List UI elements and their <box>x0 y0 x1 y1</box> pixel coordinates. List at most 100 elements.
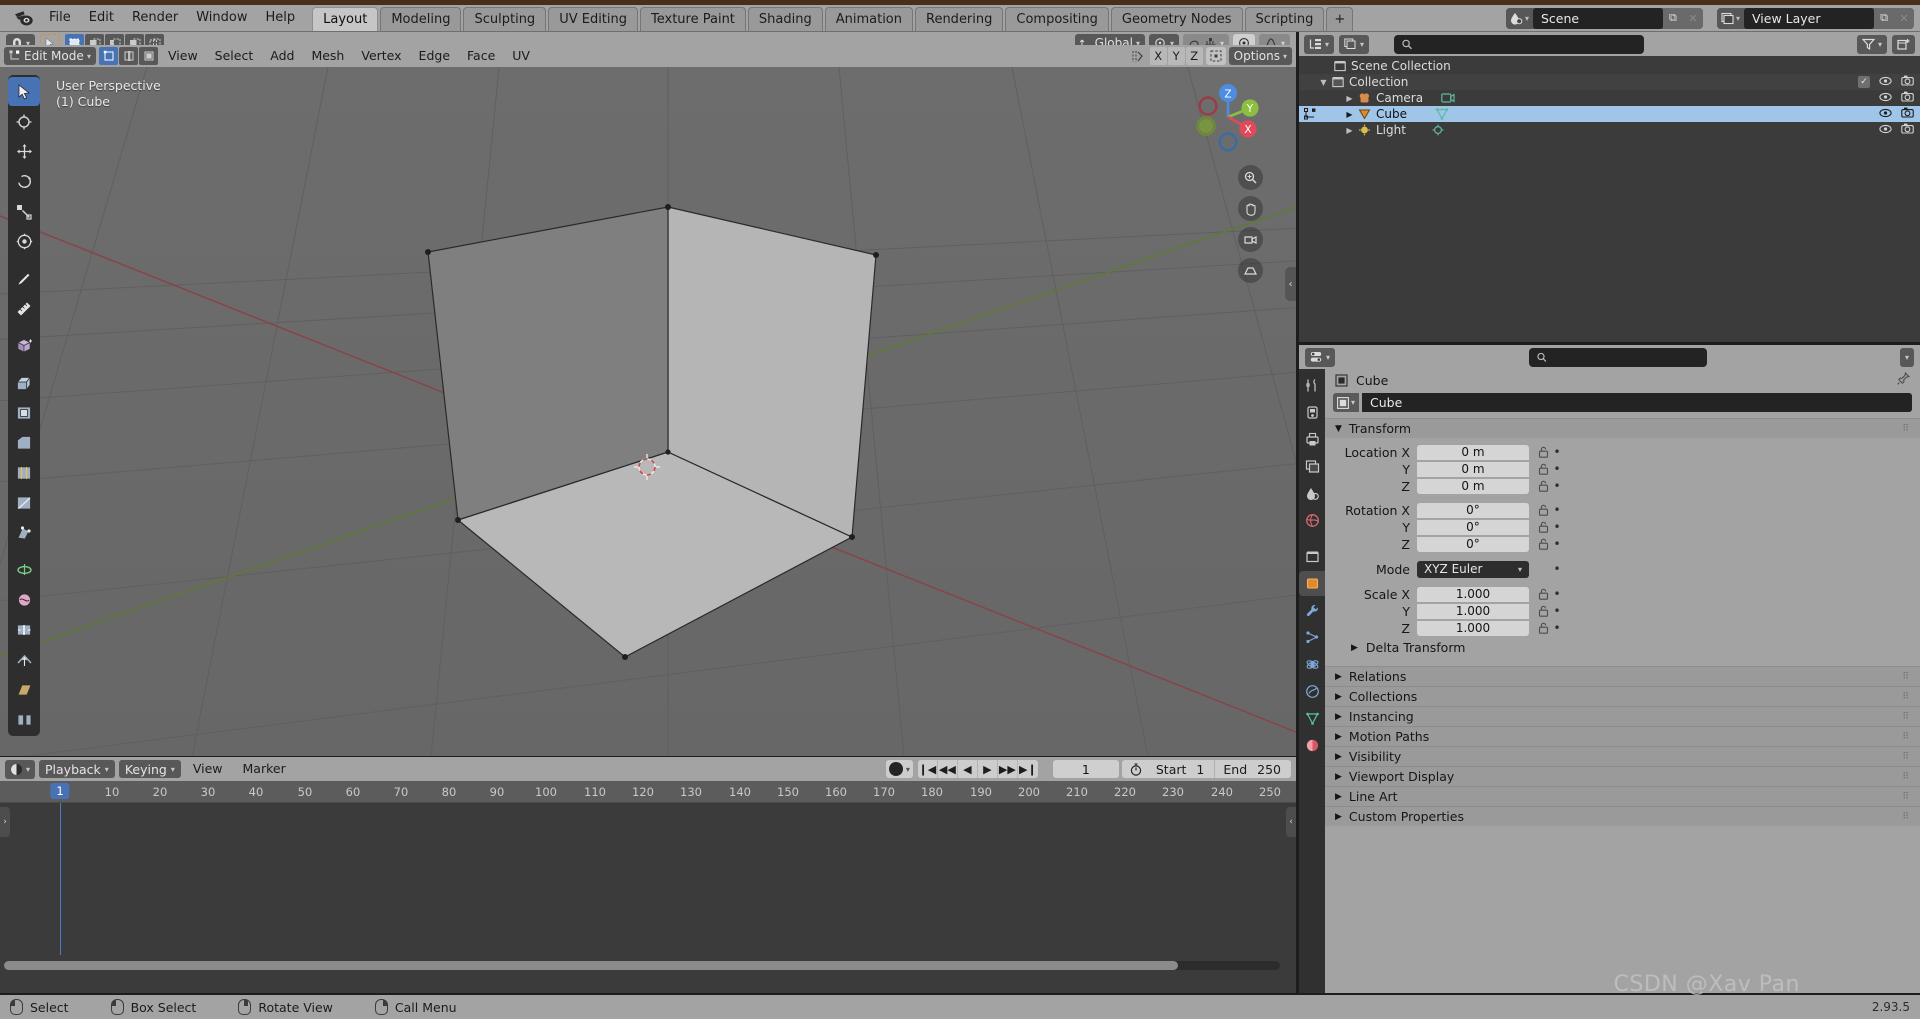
animate-property-dot[interactable]: • <box>1551 520 1563 534</box>
workspace-tab-layout[interactable]: Layout <box>312 7 379 31</box>
outliner-search[interactable] <box>1394 34 1645 54</box>
scale-x-input[interactable]: 1.000 <box>1417 586 1529 602</box>
menu-edit[interactable]: Edit <box>80 5 123 31</box>
properties-search-input[interactable] <box>1552 350 1699 364</box>
edge-slide-tool-button[interactable] <box>8 615 40 644</box>
camera-render-icon[interactable] <box>1901 75 1914 89</box>
playhead-label[interactable]: 1 <box>50 783 70 799</box>
jump-to-start-button[interactable]: ❙◀ <box>918 760 938 778</box>
jump-next-keyframe-button[interactable]: ▶▶ <box>998 760 1018 778</box>
edge-select-icon[interactable] <box>119 47 138 65</box>
loop-cut-tool-button[interactable] <box>8 458 40 487</box>
timeline-ruler[interactable]: 1 10 20 30 40 50 60 70 80 90 100 110 120… <box>0 781 1296 803</box>
toggle-perspective-icon[interactable] <box>1238 258 1263 283</box>
rotation-z-input[interactable]: 0° <box>1417 536 1529 552</box>
lock-icon[interactable] <box>1535 446 1551 458</box>
inset-faces-tool-button[interactable] <box>8 398 40 427</box>
workspace-tab-compositing[interactable]: Compositing <box>1005 7 1109 31</box>
disclosure-icon[interactable]: ▶ <box>1345 110 1354 119</box>
id-type-filter-icon[interactable]: ▾ <box>1339 34 1370 54</box>
cursor-tool-button[interactable] <box>8 107 40 136</box>
new-collection-icon[interactable] <box>1892 34 1915 54</box>
camera-data-icon[interactable] <box>1441 92 1455 104</box>
relations-panel-header[interactable]: ▶ Relations ⠿ <box>1325 666 1920 686</box>
lock-icon[interactable] <box>1535 480 1551 492</box>
add-cube-tool-button[interactable] <box>8 331 40 360</box>
eye-icon[interactable] <box>1879 75 1892 89</box>
workspace-tab-animation[interactable]: Animation <box>824 7 913 31</box>
zoom-icon[interactable] <box>1238 165 1263 190</box>
timeline-menu-marker[interactable]: Marker <box>235 760 294 778</box>
pin-icon[interactable] <box>1897 371 1911 388</box>
options-dropdown[interactable]: Options ▾ <box>1228 47 1292 65</box>
rotate-tool-button[interactable] <box>8 167 40 196</box>
viewport-display-panel-header[interactable]: ▶ Viewport Display ⠿ <box>1325 766 1920 786</box>
outliner-row-collection[interactable]: ▼ Collection ✓ <box>1299 74 1920 90</box>
playback-dropdown[interactable]: Playback ▾ <box>39 760 115 778</box>
scene-new-button[interactable]: ⧉ <box>1662 7 1683 29</box>
animate-property-dot[interactable]: • <box>1551 503 1563 517</box>
render-properties-tab[interactable] <box>1299 400 1325 425</box>
animate-property-dot[interactable]: • <box>1551 604 1563 618</box>
mirror-axis-x[interactable]: X <box>1149 47 1167 65</box>
funnel-filter-icon[interactable]: ▾ <box>1856 34 1887 54</box>
viewport-menu-uv[interactable]: UV <box>505 47 537 65</box>
eye-icon[interactable] <box>1879 107 1892 121</box>
view-layer-name-field[interactable]: View Layer <box>1744 7 1874 29</box>
rotation-x-input[interactable]: 0° <box>1417 502 1529 518</box>
tool-properties-tab[interactable] <box>1299 373 1325 398</box>
outliner-row-camera[interactable]: ▶ Camera <box>1299 90 1920 106</box>
modifier-properties-tab[interactable] <box>1299 598 1325 623</box>
motion-paths-panel-header[interactable]: ▶ Motion Paths ⠿ <box>1325 726 1920 746</box>
lock-icon[interactable] <box>1535 622 1551 634</box>
shrink-fatten-tool-button[interactable] <box>8 645 40 674</box>
object-name-field[interactable]: Cube <box>1362 393 1912 412</box>
outliner-display-mode-icon[interactable]: ▾ <box>1304 34 1335 54</box>
end-value[interactable]: 250 <box>1253 762 1291 777</box>
move-tool-button[interactable] <box>8 137 40 166</box>
view-layer-icon[interactable]: ▾ <box>1716 7 1744 29</box>
rotation-y-input[interactable]: 0° <box>1417 519 1529 535</box>
3d-viewport[interactable]: User Perspective (1) Cube Z Y X ‹ <box>0 67 1296 756</box>
animate-property-dot[interactable]: • <box>1551 462 1563 476</box>
add-workspace-button[interactable]: + <box>1326 7 1354 31</box>
workspace-tab-uv-editing[interactable]: UV Editing <box>548 7 639 31</box>
play-reverse-button[interactable]: ◀ <box>958 760 978 778</box>
disclosure-icon[interactable]: ▶ <box>1345 94 1354 103</box>
viewport-menu-add[interactable]: Add <box>263 47 301 65</box>
object-properties-tab[interactable] <box>1299 571 1325 596</box>
timeline-body[interactable]: › ‹ <box>0 803 1296 973</box>
vertex-select-icon[interactable] <box>99 47 118 65</box>
outliner-row-scene-collection[interactable]: Scene Collection <box>1299 58 1920 74</box>
world-properties-tab[interactable] <box>1299 508 1325 533</box>
viewport-menu-face[interactable]: Face <box>460 47 502 65</box>
timeline-left-toggle[interactable]: › <box>0 807 10 837</box>
rotation-mode-dropdown[interactable]: XYZ Euler ▾ <box>1417 560 1529 578</box>
physics-properties-tab[interactable] <box>1299 652 1325 677</box>
viewport-menu-edge[interactable]: Edge <box>412 47 457 65</box>
animate-property-dot[interactable]: • <box>1551 562 1563 576</box>
data-properties-tab[interactable] <box>1299 706 1325 731</box>
scene-name-field[interactable]: Scene <box>1532 7 1663 29</box>
mesh-data-icon[interactable] <box>1435 108 1449 120</box>
properties-search[interactable] <box>1528 347 1707 367</box>
face-select-icon[interactable] <box>139 47 158 65</box>
light-data-icon[interactable] <box>1431 124 1445 136</box>
properties-editor-icon[interactable]: ▾ <box>1305 347 1336 367</box>
mode-selector[interactable]: Edit Mode ▾ <box>4 47 96 65</box>
menu-render[interactable]: Render <box>123 5 187 31</box>
menu-window[interactable]: Window <box>187 5 256 31</box>
tweak-tool-button[interactable] <box>8 77 40 106</box>
collection-properties-tab[interactable] <box>1299 544 1325 569</box>
particle-properties-tab[interactable] <box>1299 625 1325 650</box>
timeline-editor-icon[interactable]: ▾ <box>5 759 36 779</box>
workspace-tab-texture-paint[interactable]: Texture Paint <box>640 7 746 31</box>
menu-help[interactable]: Help <box>257 5 305 31</box>
location-x-input[interactable]: 0 m <box>1417 444 1529 460</box>
annotate-tool-button[interactable] <box>8 264 40 293</box>
mirror-axis-y[interactable]: Y <box>1167 47 1185 65</box>
keying-dropdown[interactable]: Keying ▾ <box>118 760 181 778</box>
workspace-tab-shading[interactable]: Shading <box>747 7 823 31</box>
collection-checkbox[interactable]: ✓ <box>1858 76 1870 88</box>
viewport-sidebar-toggle[interactable]: ‹ <box>1285 267 1296 301</box>
